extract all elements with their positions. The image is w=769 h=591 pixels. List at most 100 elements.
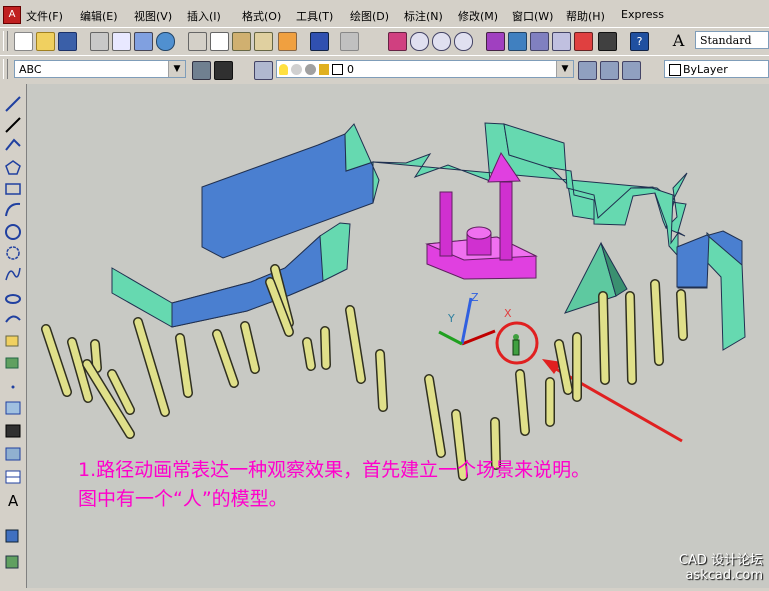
pan-icon[interactable] bbox=[388, 32, 407, 51]
layer-walk-icon[interactable] bbox=[622, 61, 641, 80]
text-style-select[interactable]: Standard bbox=[695, 31, 769, 49]
publish-icon[interactable] bbox=[134, 32, 153, 51]
draw-toolbar: A bbox=[0, 84, 27, 588]
zoom-previous-icon[interactable] bbox=[454, 32, 473, 51]
post bbox=[598, 291, 610, 385]
menu-edit[interactable]: 编辑(E) bbox=[80, 8, 118, 24]
text-style-icon[interactable]: A bbox=[670, 32, 687, 49]
post bbox=[424, 374, 446, 458]
viewport-freeze-icon bbox=[305, 64, 316, 75]
post bbox=[133, 317, 170, 417]
extrude-icon[interactable] bbox=[5, 555, 19, 569]
menu-help[interactable]: 帮助(H) bbox=[566, 8, 605, 24]
watermark-url: askcad.com bbox=[685, 568, 763, 583]
post bbox=[175, 333, 193, 398]
region-icon[interactable] bbox=[5, 447, 21, 461]
help-icon[interactable]: ? bbox=[630, 32, 649, 51]
layer-select[interactable]: 0 ▼ bbox=[276, 60, 574, 78]
posts-layer bbox=[41, 264, 688, 481]
menu-view[interactable]: 视图(V) bbox=[134, 8, 172, 24]
sheet-set-icon[interactable] bbox=[552, 32, 571, 51]
layer-color-swatch bbox=[332, 64, 343, 75]
layer-isolate-icon[interactable] bbox=[600, 61, 619, 80]
menu-modify[interactable]: 修改(M) bbox=[458, 8, 498, 24]
post bbox=[515, 369, 530, 436]
save-icon[interactable] bbox=[58, 32, 77, 51]
open-icon[interactable] bbox=[36, 32, 55, 51]
arc-icon[interactable] bbox=[5, 202, 21, 217]
gradient-icon[interactable] bbox=[5, 424, 21, 438]
menu-express[interactable]: Express bbox=[621, 8, 664, 21]
chevron-down-icon[interactable]: ▼ bbox=[556, 61, 573, 77]
copy-icon[interactable] bbox=[210, 32, 229, 51]
post bbox=[41, 324, 72, 397]
line-icon[interactable] bbox=[5, 96, 21, 112]
menu-insert[interactable]: 插入(I) bbox=[187, 8, 221, 24]
layer-manager-icon[interactable] bbox=[254, 61, 273, 80]
make-object-layer-current-icon[interactable] bbox=[192, 61, 211, 80]
web-icon[interactable] bbox=[156, 32, 175, 51]
print-preview-icon[interactable] bbox=[112, 32, 131, 51]
properties-icon[interactable] bbox=[486, 32, 505, 51]
bulb-icon bbox=[279, 64, 288, 75]
table-icon[interactable] bbox=[5, 470, 21, 484]
brush-icon[interactable] bbox=[278, 32, 297, 51]
toolbar-grip[interactable] bbox=[3, 31, 8, 51]
calculator-icon[interactable] bbox=[598, 32, 617, 51]
layer-previous-icon[interactable] bbox=[214, 61, 233, 80]
polyline-icon[interactable] bbox=[5, 138, 21, 151]
post bbox=[320, 326, 331, 370]
make-block-icon[interactable] bbox=[5, 357, 19, 369]
match-properties-icon[interactable] bbox=[254, 32, 273, 51]
toolbar-grip[interactable] bbox=[3, 59, 8, 79]
hatch-icon[interactable] bbox=[5, 401, 21, 415]
point-icon[interactable] bbox=[11, 385, 15, 389]
lock-icon bbox=[319, 64, 329, 75]
layer-value-select[interactable]: ABC ▼ bbox=[14, 60, 186, 78]
color-select[interactable]: ByLayer bbox=[664, 60, 769, 78]
chevron-down-icon[interactable]: ▼ bbox=[168, 61, 185, 77]
paste-icon[interactable] bbox=[232, 32, 251, 51]
zoom-window-icon[interactable] bbox=[432, 32, 451, 51]
sun-icon bbox=[291, 64, 302, 75]
insert-block-icon[interactable] bbox=[5, 335, 19, 347]
undo-icon[interactable] bbox=[310, 32, 329, 51]
design-center-icon[interactable] bbox=[508, 32, 527, 51]
post bbox=[90, 339, 102, 373]
ellipse-arc-icon[interactable] bbox=[5, 315, 21, 323]
box-icon[interactable] bbox=[5, 529, 19, 543]
post bbox=[625, 291, 637, 385]
spline-icon[interactable] bbox=[5, 267, 21, 281]
ellipse-icon[interactable] bbox=[5, 294, 21, 304]
cut-icon[interactable] bbox=[188, 32, 207, 51]
redo-icon[interactable] bbox=[340, 32, 359, 51]
drawing-canvas[interactable]: Z X Y 1.路径动画常表达一种观察效果，首先建立一个场景来说明。 图中有一个… bbox=[27, 84, 769, 588]
menu-bar: A 文件(F) 编辑(E) 视图(V) 插入(I) 格式(O) 工具(T) 绘图… bbox=[0, 0, 769, 28]
zoom-realtime-icon[interactable] bbox=[410, 32, 429, 51]
menu-dimension[interactable]: 标注(N) bbox=[404, 8, 443, 24]
app-icon[interactable]: A bbox=[3, 6, 21, 24]
multiline-text-icon[interactable]: A bbox=[8, 492, 19, 510]
menu-format[interactable]: 格式(O) bbox=[242, 8, 281, 24]
rectangle-icon[interactable] bbox=[5, 183, 21, 195]
menu-window[interactable]: 窗口(W) bbox=[512, 8, 553, 24]
post bbox=[375, 349, 388, 412]
new-icon[interactable] bbox=[14, 32, 33, 51]
menu-tools[interactable]: 工具(T) bbox=[296, 8, 333, 24]
post bbox=[676, 289, 688, 341]
print-icon[interactable] bbox=[90, 32, 109, 51]
construction-line-icon[interactable] bbox=[5, 117, 21, 133]
caption-line2: 图中有一个“人”的模型。 bbox=[78, 488, 288, 510]
markup-icon[interactable] bbox=[574, 32, 593, 51]
revision-cloud-icon[interactable] bbox=[6, 246, 20, 260]
post bbox=[302, 337, 316, 371]
standard-toolbar: ? A Standard bbox=[0, 27, 769, 56]
menu-draw[interactable]: 绘图(D) bbox=[350, 8, 389, 24]
tool-palettes-icon[interactable] bbox=[530, 32, 549, 51]
layer-states-icon[interactable] bbox=[578, 61, 597, 80]
watermark-title: CAD 设计论坛 bbox=[678, 553, 763, 568]
polygon-icon[interactable] bbox=[5, 160, 21, 175]
layers-toolbar: ABC ▼ 0 ▼ ByLayer bbox=[0, 55, 769, 85]
circle-icon[interactable] bbox=[5, 224, 21, 240]
menu-file[interactable]: 文件(F) bbox=[26, 8, 63, 24]
